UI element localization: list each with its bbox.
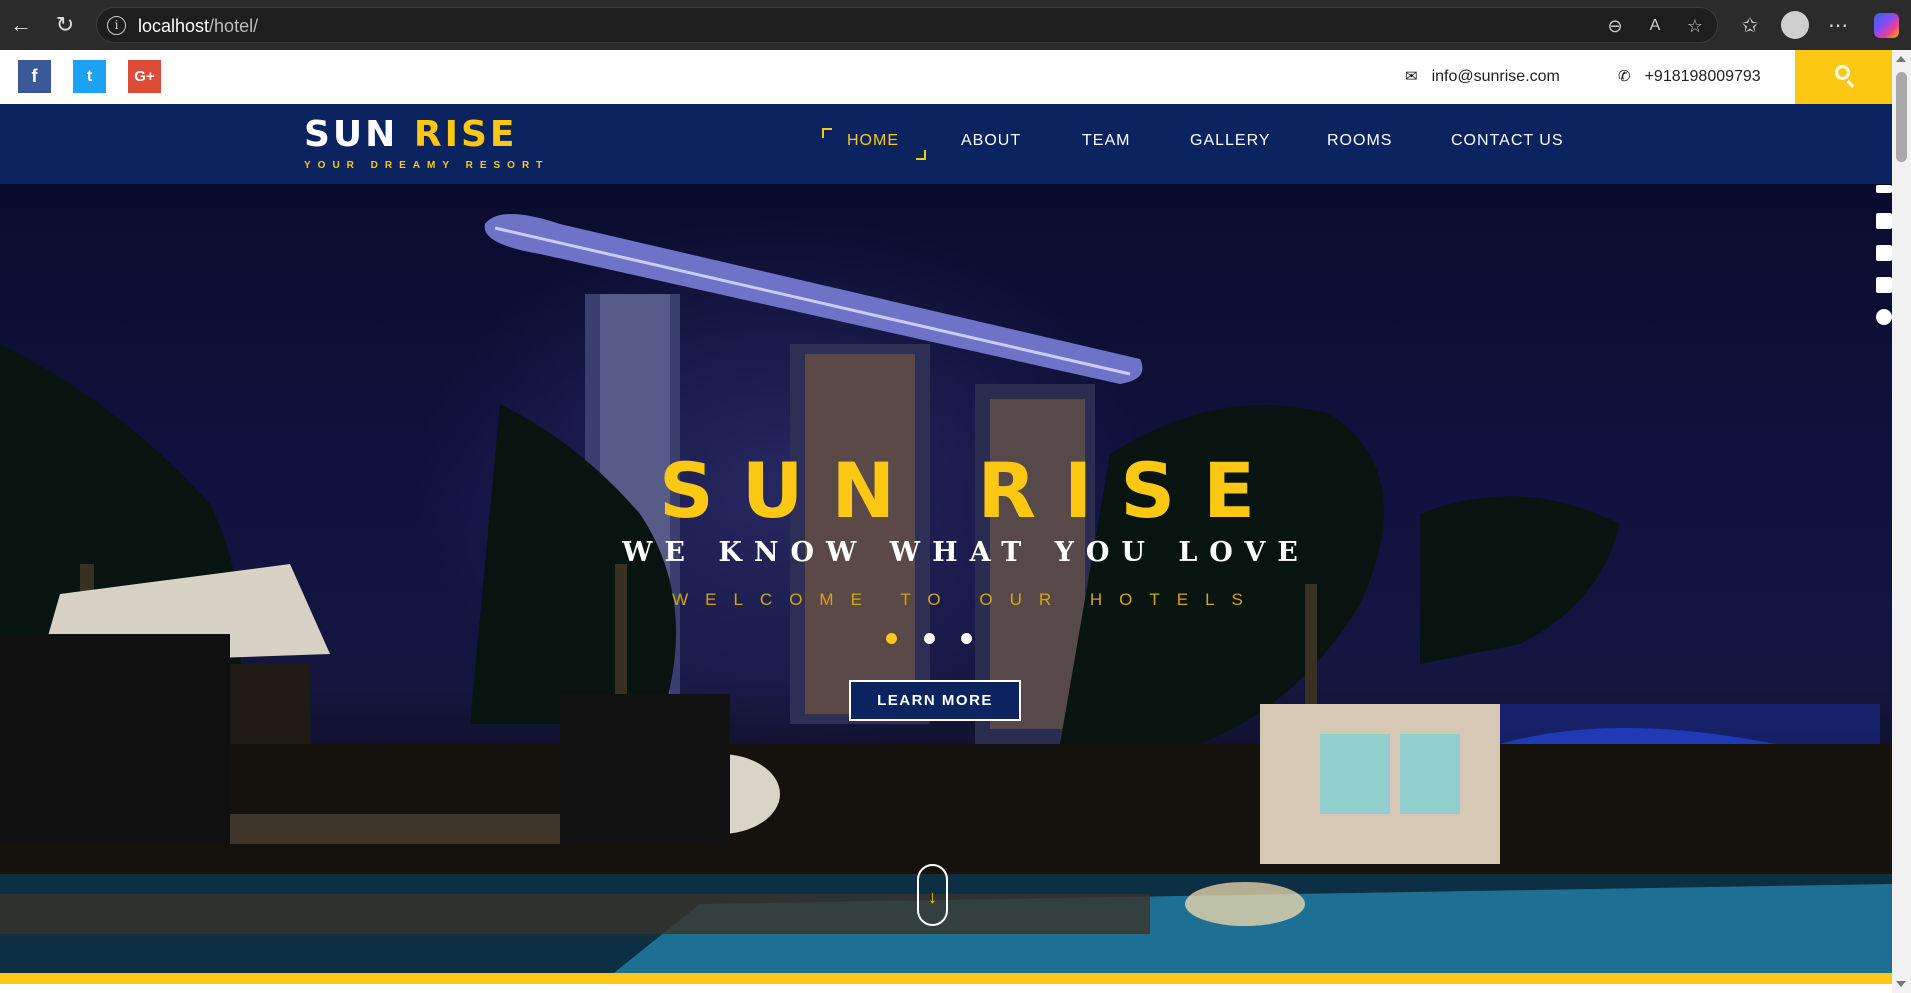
zoom-out-icon[interactable]: ⊖ bbox=[1603, 14, 1627, 38]
logo-sun: SUN bbox=[304, 114, 399, 155]
nav-home[interactable]: HOME bbox=[847, 132, 899, 150]
info-icon[interactable]: i bbox=[107, 16, 126, 35]
active-bracket-right bbox=[916, 150, 926, 160]
scroll-up-icon[interactable] bbox=[1896, 56, 1906, 62]
hero-welcome-text: WELCOME TO OUR HOTELS bbox=[672, 590, 1260, 609]
scroll-down-icon[interactable] bbox=[1896, 981, 1906, 987]
nav-contact-us[interactable]: CONTACT US bbox=[1451, 132, 1564, 150]
main-navbar: SUN RISE YOUR DREAMY RESORT HOME ABOUT T… bbox=[0, 104, 1892, 184]
nav-team[interactable]: TEAM bbox=[1082, 132, 1130, 150]
scroll-thumb[interactable] bbox=[1896, 72, 1907, 162]
page-viewport: f t G+ ✉ info@sunrise.com ✆ +918198009793 … bbox=[0, 50, 1892, 993]
nav-gallery[interactable]: GALLERY bbox=[1190, 132, 1271, 150]
phone-icon: ✆ bbox=[1618, 68, 1631, 85]
slider-dot-3[interactable] bbox=[961, 633, 972, 644]
hero-slider: SUN RISE WE KNOW WHAT YOU LOVE WELCOME T… bbox=[0, 184, 1892, 984]
phone-contact[interactable]: ✆ +918198009793 bbox=[1618, 67, 1761, 86]
hero-background-image bbox=[0, 214, 1892, 984]
reload-icon[interactable]: ↻ bbox=[52, 12, 78, 38]
floating-side-tools bbox=[1876, 175, 1892, 335]
logo-tagline: YOUR DREAMY RESORT bbox=[304, 160, 550, 171]
slider-dot-2[interactable] bbox=[924, 633, 935, 644]
search-icon bbox=[1835, 65, 1850, 80]
nav-about[interactable]: ABOUT bbox=[961, 132, 1021, 150]
phone-text: +918198009793 bbox=[1644, 68, 1761, 85]
logo[interactable]: SUN RISE bbox=[304, 114, 517, 155]
hero-subtitle: WE KNOW WHAT YOU LOVE bbox=[622, 537, 1310, 568]
read-aloud-icon[interactable]: A bbox=[1643, 14, 1667, 38]
google-plus-icon[interactable]: G+ bbox=[128, 60, 161, 93]
scroll-down-indicator[interactable]: ↓ bbox=[917, 864, 948, 926]
address-bar[interactable]: i localhost/hotel/ ⊖ A ☆ bbox=[96, 7, 1718, 43]
email-text: info@sunrise.com bbox=[1431, 68, 1560, 85]
logo-rise: RISE bbox=[413, 114, 518, 155]
link-icon[interactable] bbox=[1876, 185, 1892, 193]
back-icon[interactable]: ← bbox=[8, 12, 34, 38]
search-button[interactable] bbox=[1795, 50, 1892, 104]
accent-bar bbox=[0, 973, 1892, 984]
top-contact-bar: f t G+ ✉ info@sunrise.com ✆ +918198009793 bbox=[0, 50, 1892, 104]
copilot-icon[interactable] bbox=[1874, 13, 1899, 38]
active-bracket-left bbox=[822, 128, 832, 138]
browser-toolbar: ← ↻ i localhost/hotel/ ⊖ A ☆ ✩ ⋯ bbox=[0, 0, 1911, 50]
email-contact[interactable]: ✉ info@sunrise.com bbox=[1405, 67, 1560, 86]
hero-title: SUN RISE bbox=[659, 446, 1283, 535]
camera-icon[interactable] bbox=[1876, 213, 1892, 229]
profile-icon[interactable] bbox=[1781, 11, 1809, 39]
slider-dot-1[interactable] bbox=[886, 633, 897, 644]
arrow-down-icon: ↓ bbox=[928, 887, 937, 907]
video-icon[interactable] bbox=[1876, 245, 1892, 261]
url-text[interactable]: localhost/hotel/ bbox=[138, 16, 258, 37]
envelope-icon: ✉ bbox=[1405, 68, 1418, 85]
twitter-icon[interactable]: t bbox=[73, 60, 106, 93]
nav-rooms[interactable]: ROOMS bbox=[1327, 132, 1392, 150]
more-icon[interactable]: ⋯ bbox=[1824, 12, 1852, 40]
settings-gear-icon[interactable] bbox=[1876, 309, 1892, 325]
page-scrollbar[interactable] bbox=[1892, 50, 1911, 993]
favorite-star-icon[interactable]: ☆ bbox=[1683, 14, 1707, 38]
learn-more-button[interactable]: LEARN MORE bbox=[849, 680, 1021, 721]
windows-icon[interactable] bbox=[1876, 277, 1892, 293]
url-path: /hotel/ bbox=[209, 16, 259, 36]
favorites-icon[interactable]: ✩ bbox=[1736, 12, 1764, 40]
facebook-icon[interactable]: f bbox=[18, 60, 51, 93]
url-host: localhost bbox=[138, 16, 210, 36]
